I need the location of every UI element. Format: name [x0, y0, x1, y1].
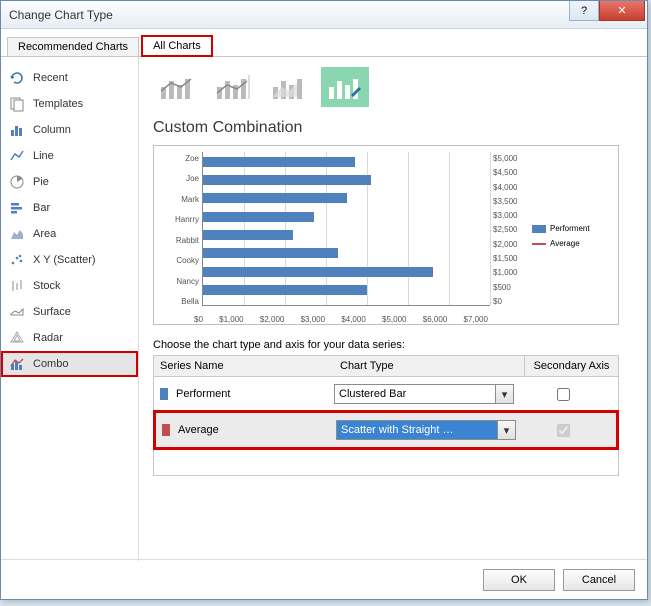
area-icon [9, 226, 25, 242]
tab-recommended-charts[interactable]: Recommended Charts [7, 37, 139, 56]
sidebar-item-pie[interactable]: Pie [1, 169, 138, 195]
chart-type-select-performent[interactable]: Clustered Bar▾ [334, 384, 514, 404]
series-name-label: Average [178, 424, 336, 436]
sidebar-item-stock[interactable]: Stock [1, 273, 138, 299]
sidebar-item-label: Radar [33, 332, 63, 344]
chart-legend: Performent Average [526, 152, 610, 320]
tab-all-charts[interactable]: All Charts [141, 35, 213, 57]
sidebar-item-scatter[interactable]: X Y (Scatter) [1, 247, 138, 273]
sidebar-item-label: Area [33, 228, 56, 240]
sidebar-item-bar[interactable]: Bar [1, 195, 138, 221]
secondary-axis-checkbox-performent[interactable] [514, 388, 612, 401]
chart-category-sidebar: Recent Templates Column Line Pie Bar Are… [1, 57, 139, 561]
combo-subtype-custom[interactable] [321, 67, 369, 107]
sidebar-item-label: Stock [33, 280, 61, 292]
series-name-label: Performent [176, 388, 334, 400]
sidebar-item-label: Recent [33, 72, 68, 84]
bar-cooky [203, 248, 338, 258]
highlighted-series-row: Average Scatter with Straight …▾ [153, 410, 619, 450]
cancel-button[interactable]: Cancel [563, 569, 635, 591]
sidebar-item-radar[interactable]: Radar [1, 325, 138, 351]
sidebar-item-combo[interactable]: Combo [1, 351, 138, 377]
combo-subtype-2[interactable] [209, 67, 257, 107]
header-secondary-axis: Secondary Axis [524, 356, 618, 376]
subtype-heading: Custom Combination [153, 119, 633, 137]
sidebar-item-line[interactable]: Line [1, 143, 138, 169]
bar-icon [9, 200, 25, 216]
chevron-down-icon: ▾ [495, 385, 513, 403]
combo-subtype-3[interactable] [265, 67, 313, 107]
ok-button[interactable]: OK [483, 569, 555, 591]
bar-bella [203, 285, 367, 295]
sidebar-item-recent[interactable]: Recent [1, 65, 138, 91]
secondary-axis: $5,000 $4,500 $4,000 $3,500 $3,000 $2,50… [490, 152, 526, 320]
radar-icon [9, 330, 25, 346]
secondary-axis-checkbox-average[interactable] [516, 424, 610, 437]
category-axis: Zoe Joe Mark Hanrry Rabbit Cooky Nancy B… [162, 152, 202, 320]
chevron-down-icon: ▾ [497, 421, 515, 439]
dialog-title: Change Chart Type [9, 8, 569, 22]
sidebar-item-label: Combo [33, 358, 68, 370]
series-marker-red [162, 424, 170, 436]
sidebar-item-label: Line [33, 150, 54, 162]
combo-subtype-1[interactable] [153, 67, 201, 107]
bar-joe [203, 175, 371, 185]
surface-icon [9, 304, 25, 320]
legend-swatch-red [532, 240, 546, 248]
series-caption: Choose the chart type and axis for your … [153, 339, 633, 351]
bar-nancy [203, 267, 433, 277]
value-axis: $0 $1,000 $2,000 $3,000 $4,000 $5,000 $6… [194, 315, 488, 324]
bar-hanrry [203, 212, 314, 222]
combo-subtype-thumbs [153, 67, 633, 107]
titlebar: Change Chart Type ? ✕ [1, 1, 647, 29]
dialog-footer: OK Cancel [1, 559, 647, 599]
close-icon: ✕ [617, 4, 626, 17]
column-icon [9, 122, 25, 138]
titlebar-buttons: ? ✕ [569, 1, 647, 28]
help-button[interactable]: ? [569, 1, 599, 21]
combo-icon [9, 356, 25, 372]
header-series-name: Series Name [154, 356, 334, 376]
sidebar-item-label: Templates [33, 98, 83, 110]
plot-area [202, 152, 490, 306]
sidebar-item-column[interactable]: Column [1, 117, 138, 143]
sidebar-item-templates[interactable]: Templates [1, 91, 138, 117]
sidebar-item-area[interactable]: Area [1, 221, 138, 247]
legend-average: Average [532, 239, 610, 248]
sidebar-item-label: X Y (Scatter) [33, 254, 96, 266]
sidebar-item-label: Pie [33, 176, 49, 188]
close-button[interactable]: ✕ [599, 1, 645, 21]
sidebar-item-surface[interactable]: Surface [1, 299, 138, 325]
chart-preview: Zoe Joe Mark Hanrry Rabbit Cooky Nancy B… [153, 145, 619, 325]
bar-zoe [203, 157, 355, 167]
line-icon [9, 148, 25, 164]
scatter-icon [9, 252, 25, 268]
main-panel: Custom Combination Zoe Joe Mark Hanrry R… [139, 57, 647, 561]
sidebar-item-label: Column [33, 124, 71, 136]
tab-strip: Recommended Charts All Charts [1, 33, 647, 57]
series-row-performent: Performent Clustered Bar▾ [154, 377, 618, 411]
legend-performent: Performent [532, 224, 610, 233]
dialog-body: Recent Templates Column Line Pie Bar Are… [1, 57, 647, 561]
bar-rabbit [203, 230, 293, 240]
sidebar-item-label: Bar [33, 202, 50, 214]
pie-icon [9, 174, 25, 190]
chart-type-select-average[interactable]: Scatter with Straight …▾ [336, 420, 516, 440]
help-icon: ? [581, 5, 587, 17]
stock-icon [9, 278, 25, 294]
bar-mark [203, 193, 347, 203]
chart-inner: Zoe Joe Mark Hanrry Rabbit Cooky Nancy B… [162, 152, 610, 320]
series-marker-blue [160, 388, 168, 400]
series-table: Series Name Chart Type Secondary Axis Pe… [153, 355, 619, 476]
templates-icon [9, 96, 25, 112]
sidebar-item-label: Surface [33, 306, 71, 318]
series-table-header: Series Name Chart Type Secondary Axis [154, 356, 618, 377]
change-chart-type-dialog: Change Chart Type ? ✕ Recommended Charts… [0, 0, 648, 600]
recent-icon [9, 70, 25, 86]
legend-swatch-blue [532, 225, 546, 233]
header-chart-type: Chart Type [334, 356, 524, 376]
series-row-average: Average Scatter with Straight …▾ [156, 413, 616, 447]
